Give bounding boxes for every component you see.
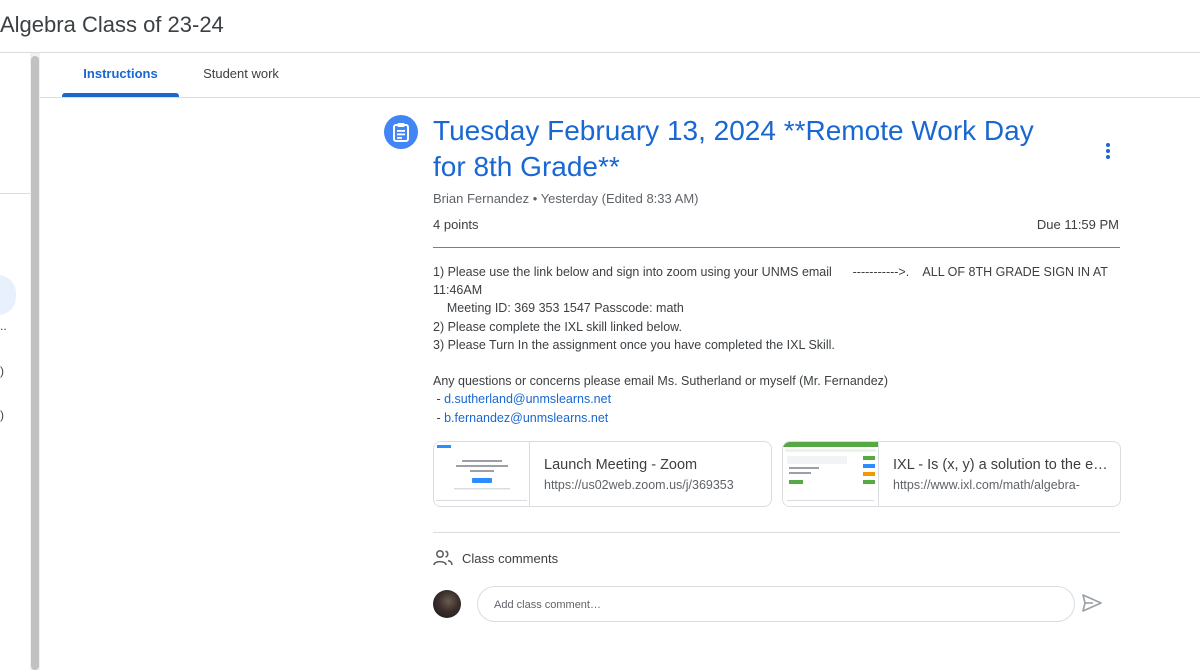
ixl-page-preview <box>783 442 878 506</box>
instruction-line: 1) Please use the link below and sign in… <box>433 265 1108 279</box>
rail-item-text[interactable]: .. <box>0 319 7 333</box>
zoom-page-preview <box>434 442 529 506</box>
attachment-url: https://us02web.zoom.us/j/369353 <box>544 478 734 492</box>
attachment-url: https://www.ixl.com/math/algebra- <box>893 478 1080 492</box>
email-line: - d.sutherland@unmslearns.net <box>433 390 1123 408</box>
rail-selected-item[interactable] <box>0 275 16 315</box>
meta-separator: • <box>532 191 538 206</box>
email-prefix: - <box>433 392 445 407</box>
email-line: - b.fernandez@unmslearns.net <box>433 409 1123 427</box>
class-comments-label: Class comments <box>462 551 559 566</box>
left-rail: .. ) ) <box>0 53 30 670</box>
attachment-title[interactable]: IXL - Is (x, y) a solution to the equati… <box>893 457 1108 473</box>
rail-divider <box>0 193 30 194</box>
instruction-line <box>433 354 1123 372</box>
attachment-card-ixl[interactable]: IXL - Is (x, y) a solution to the equati… <box>782 441 1121 507</box>
assignment-meta: Brian Fernandez • Yesterday (Edited 8:33… <box>433 191 698 206</box>
attachment-title[interactable]: Launch Meeting - Zoom <box>544 457 759 473</box>
due-date: Due 11:59 PM <box>1036 217 1119 232</box>
author-name: Brian Fernandez <box>433 191 530 206</box>
instruction-line: Meeting ID: 369 353 1547 Passcode: math <box>433 301 684 316</box>
ixl-thumbnail <box>783 442 879 506</box>
top-bar: Algebra Class of 23-24 <box>0 0 1200 53</box>
more-options-icon[interactable] <box>1098 141 1118 161</box>
comments-divider <box>433 532 1120 533</box>
class-title[interactable]: Algebra Class of 23-24 <box>0 12 224 38</box>
tab-instructions[interactable]: Instructions <box>62 53 179 95</box>
points-label: 4 points <box>433 217 479 232</box>
tabs-bar: Instructions Student work <box>40 53 1200 98</box>
class-comment-input[interactable] <box>492 595 1056 615</box>
rail-item-text[interactable]: ) <box>0 364 4 378</box>
assignment-icon <box>384 115 418 149</box>
attachment-card-zoom[interactable]: Launch Meeting - Zoom https://us02web.zo… <box>433 441 772 507</box>
assignment-instructions: 1) Please use the link below and sign in… <box>433 263 1123 427</box>
assignment-title: Tuesday February 13, 2024 **Remote Work … <box>433 115 1034 182</box>
scrollbar-thumb[interactable] <box>31 56 39 670</box>
rail-item-text[interactable]: ) <box>0 408 4 422</box>
send-icon[interactable] <box>1081 593 1103 613</box>
email-prefix: - <box>433 410 445 425</box>
instruction-line: 3) Please Turn In the assignment once yo… <box>433 337 835 352</box>
instruction-line: 11:46AM <box>433 283 483 298</box>
posted-time: Yesterday (Edited 8:33 AM) <box>540 191 699 206</box>
email-link-sutherland[interactable]: d.sutherland@unmslearns.net <box>444 392 611 406</box>
email-link-fernandez[interactable]: b.fernandez@unmslearns.net <box>444 411 608 425</box>
header-divider <box>433 247 1120 248</box>
avatar <box>433 590 461 618</box>
instruction-line: Any questions or concerns please email M… <box>433 374 889 389</box>
instruction-line: 2) Please complete the IXL skill linked … <box>433 319 682 334</box>
tab-student-work[interactable]: Student work <box>190 53 292 95</box>
active-tab-indicator <box>62 93 179 97</box>
comment-box[interactable] <box>477 586 1075 622</box>
people-icon <box>433 549 453 566</box>
zoom-thumbnail <box>434 442 530 506</box>
clipboard-icon <box>393 123 409 142</box>
